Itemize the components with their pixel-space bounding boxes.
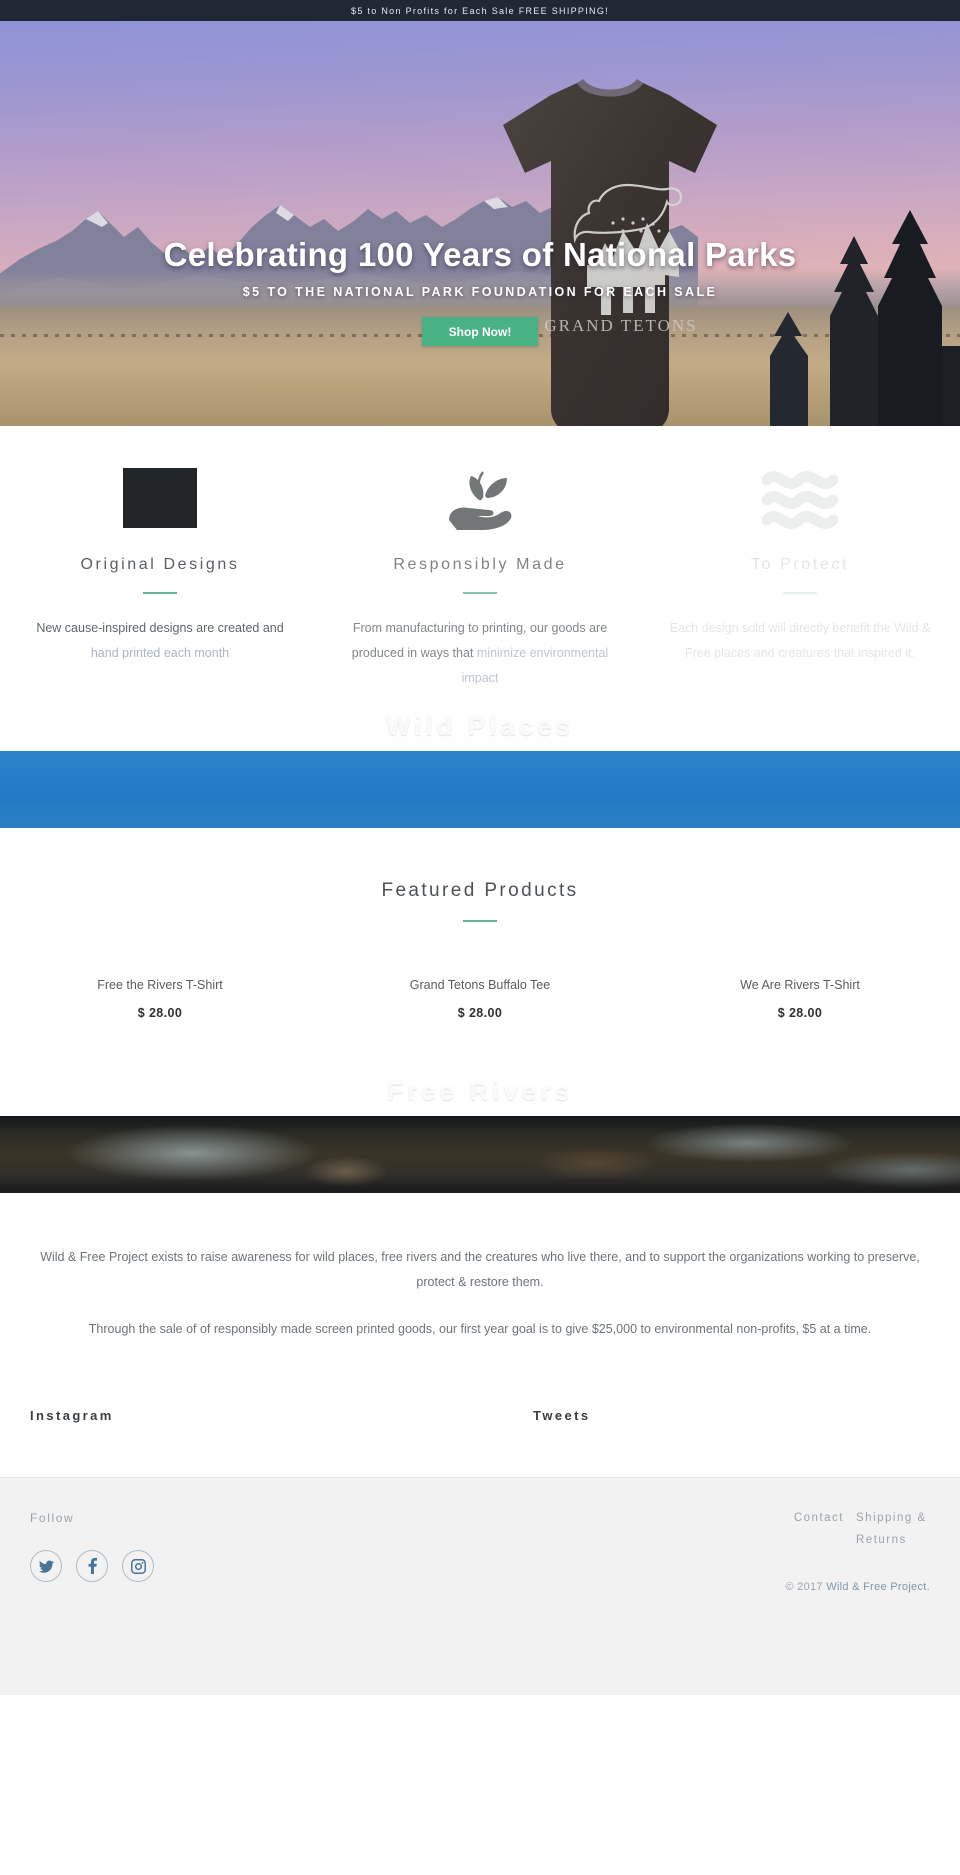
- featured-products-section: Featured Products Free the Rivers T-Shir…: [0, 828, 960, 1020]
- about-paragraph-2: Through the sale of of responsibly made …: [88, 1322, 872, 1336]
- about-section: Wild & Free Project exists to raise awar…: [0, 1193, 960, 1342]
- social-links: [30, 1550, 154, 1582]
- copyright: © 2017 Wild & Free Project.: [785, 1581, 930, 1593]
- twitter-icon[interactable]: [30, 1550, 62, 1582]
- copyright-year: 2017: [793, 1581, 827, 1593]
- footer-link-contact[interactable]: Contact: [794, 1508, 844, 1530]
- tweets-feed: Tweets: [457, 1408, 960, 1423]
- feature-divider: [783, 592, 817, 594]
- tweets-heading: Tweets: [533, 1408, 591, 1423]
- feature-original-designs: Original Designs New cause-inspired desi…: [0, 458, 320, 691]
- free-rivers-label: Free Rivers: [387, 1076, 573, 1106]
- feature-text-tail: minimize environmental impact: [461, 646, 609, 685]
- copyright-brand: Wild & Free Project.: [826, 1581, 930, 1593]
- follow-label: Follow: [30, 1511, 75, 1525]
- feature-text: From manufacturing to printing, our good…: [351, 621, 609, 685]
- featured-heading: Featured Products: [381, 880, 579, 901]
- product-card[interactable]: We Are Rivers T-Shirt $ 28.00: [640, 978, 960, 1020]
- product-price: $ 28.00: [137, 1006, 183, 1020]
- product-name[interactable]: We Are Rivers T-Shirt: [640, 978, 960, 992]
- feature-divider: [143, 592, 177, 594]
- announcement-bar: $5 to Non Profits for Each Sale FREE SHI…: [0, 0, 960, 21]
- hero-title: Celebrating 100 Years of National Parks: [163, 236, 797, 273]
- facebook-icon[interactable]: [76, 1550, 108, 1582]
- feature-text-tail: hand printed each month: [90, 646, 230, 660]
- about-paragraph-1: Wild & Free Project exists to raise awar…: [40, 1250, 920, 1289]
- footer-link-shipping-returns[interactable]: Shipping & Returns: [856, 1508, 930, 1552]
- instagram-feed: Instagram: [0, 1408, 457, 1423]
- shop-now-button[interactable]: Shop Now!: [422, 317, 538, 346]
- free-rivers-image[interactable]: [0, 1116, 960, 1193]
- product-card[interactable]: Free the Rivers T-Shirt $ 28.00: [0, 978, 320, 1020]
- waves-icon: [666, 458, 934, 538]
- feature-divider: [463, 592, 497, 594]
- footer-links: Contact Shipping & Returns: [730, 1508, 930, 1552]
- feature-title: To Protect: [750, 556, 850, 573]
- product-name[interactable]: Free the Rivers T-Shirt: [0, 978, 320, 992]
- hand-plant-icon: [346, 458, 614, 538]
- feature-title: Responsibly Made: [393, 556, 567, 573]
- hero-section: GRAND TETONS Celebrating 100 Years of Na…: [0, 21, 960, 426]
- feature-to-protect: To Protect Each design sold will directl…: [640, 458, 960, 691]
- hero-copy: Celebrating 100 Years of National Parks …: [0, 21, 960, 426]
- features-section: Original Designs New cause-inspired desi…: [0, 426, 960, 691]
- product-grid: Free the Rivers T-Shirt $ 28.00 Grand Te…: [0, 978, 960, 1020]
- feature-responsibly-made: Responsibly Made From manufacturing to p…: [320, 458, 640, 691]
- wild-places-band[interactable]: Wild Places: [0, 711, 960, 828]
- product-card[interactable]: Grand Tetons Buffalo Tee $ 28.00: [320, 978, 640, 1020]
- feature-text: Each design sold will directly benefit t…: [669, 621, 931, 660]
- featured-divider: [463, 920, 497, 922]
- free-rivers-band[interactable]: Free Rivers: [0, 1076, 960, 1193]
- instagram-icon[interactable]: [122, 1550, 154, 1582]
- hero-subtitle: $5 TO THE NATIONAL PARK FOUNDATION FOR E…: [242, 285, 718, 299]
- wild-places-image[interactable]: [0, 751, 960, 828]
- product-price: $ 28.00: [777, 1006, 823, 1020]
- image-icon: [26, 458, 294, 538]
- social-feeds-section: Instagram Tweets: [0, 1342, 960, 1423]
- announcement-text: $5 to Non Profits for Each Sale FREE SHI…: [351, 5, 609, 16]
- wild-places-label: Wild Places: [385, 711, 575, 741]
- feature-title: Original Designs: [80, 556, 240, 573]
- product-price: $ 28.00: [457, 1006, 503, 1020]
- site-footer: Follow Contact Shipping & Returns © 2017…: [0, 1477, 960, 1695]
- instagram-heading: Instagram: [30, 1408, 114, 1423]
- copyright-mark: ©: [785, 1581, 794, 1593]
- product-name[interactable]: Grand Tetons Buffalo Tee: [320, 978, 640, 992]
- feature-text: New cause-inspired designs are created a…: [36, 621, 284, 660]
